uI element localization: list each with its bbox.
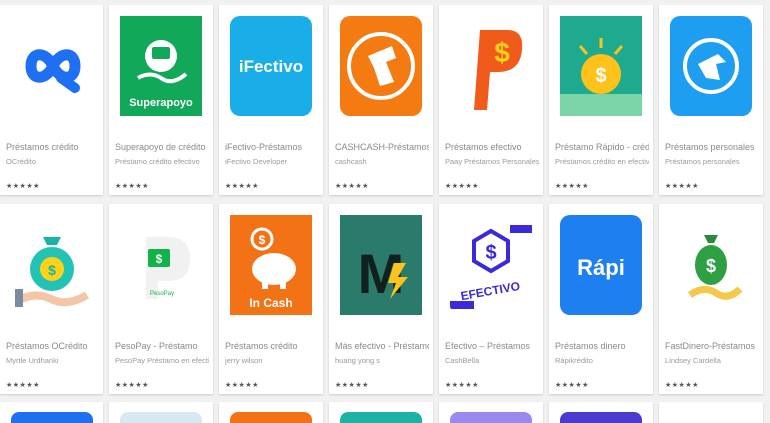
- ifectivo-logo-text: iFectivo: [239, 57, 303, 76]
- app-title: Préstamos crédito: [6, 142, 79, 152]
- app-developer: Paay Préstamos Personales: [445, 157, 539, 166]
- app-title: Más efectivo - Préstamos: [335, 341, 429, 351]
- ocredito-logo-icon: [11, 16, 93, 116]
- ifectivo-logo-icon: iFectivo: [230, 16, 312, 116]
- mas-efectivo-logo-icon: M: [340, 215, 422, 315]
- pesopay-logo-text: PesoPay: [150, 291, 174, 297]
- svg-text:$: $: [595, 65, 606, 87]
- efectivo-logo-icon: $ EFECTIVO: [450, 215, 532, 315]
- app-developer: jerry wilson: [225, 356, 263, 365]
- app-rating: ★★★★★: [115, 382, 149, 389]
- app-icon-partial: [230, 412, 312, 423]
- money-bag-icon: $: [11, 215, 93, 315]
- piggy-bank-icon: $ In Cash: [230, 215, 312, 315]
- app-card-ifectivo[interactable]: iFectivo iFectivo-Préstamos iFectivo Dev…: [219, 5, 323, 195]
- app-developer: iFectivo Developer: [225, 157, 288, 166]
- app-card-rapi[interactable]: Rápi Préstamos dinero Rápikrédito ★★★★★: [549, 204, 653, 394]
- app-card-partial[interactable]: [109, 402, 213, 423]
- app-title: Superapoyo de crédito: [115, 142, 206, 152]
- app-rating: ★★★★★: [225, 382, 259, 389]
- app-rating: ★★★★★: [665, 183, 699, 190]
- rapi-logo-text: Rápi: [577, 255, 625, 280]
- app-developer: OCrédito: [6, 157, 37, 166]
- app-icon-partial: [560, 412, 642, 423]
- app-icon-partial: [340, 412, 422, 423]
- app-developer: Préstamos personales: [665, 157, 740, 166]
- svg-text:$: $: [156, 252, 163, 266]
- svg-text:$: $: [485, 242, 496, 264]
- app-developer: Myrtle Urdhanki: [6, 356, 59, 365]
- app-card-personales[interactable]: Préstamos personales Préstamos personale…: [659, 5, 763, 195]
- app-title: iFectivo-Préstamos: [225, 142, 303, 152]
- sun-coin-logo-icon: $: [560, 16, 642, 116]
- svg-text:$: $: [494, 37, 510, 68]
- app-developer: Rápikrédito: [555, 356, 593, 365]
- svg-text:$: $: [48, 262, 56, 278]
- app-rating: ★★★★★: [6, 382, 40, 389]
- eagle-logo-icon: [670, 16, 752, 116]
- app-title: Préstamos OCrédito: [6, 341, 88, 351]
- app-title: Préstamos crédito: [225, 341, 298, 351]
- app-rating: ★★★★★: [445, 183, 479, 190]
- app-rating: ★★★★★: [225, 183, 259, 190]
- app-icon-partial: [11, 412, 93, 423]
- svg-text:$: $: [706, 256, 716, 276]
- app-rating: ★★★★★: [555, 382, 589, 389]
- app-developer: Lindsey Cardella: [665, 356, 721, 365]
- app-developer: PesoPay Préstamo en efectivo: [115, 356, 209, 365]
- app-rating: ★★★★★: [335, 382, 369, 389]
- app-card-fastdinero[interactable]: $ FastDinero-Préstamos Lindsey Cardella …: [659, 204, 763, 394]
- app-icon-partial: [450, 412, 532, 423]
- app-developer: CashBella: [445, 356, 480, 365]
- app-rating: ★★★★★: [555, 183, 589, 190]
- app-card-partial[interactable]: [219, 402, 323, 423]
- app-rating: ★★★★★: [335, 183, 369, 190]
- paay-logo-icon: $: [450, 16, 532, 116]
- app-title: PesoPay - Préstamo: [115, 341, 198, 351]
- app-developer: Préstamo crédito efectivo: [115, 157, 200, 166]
- app-rating: ★★★★★: [445, 382, 479, 389]
- app-title: Efectivo – Préstamos: [445, 341, 531, 351]
- app-card-pesopay[interactable]: $ PesoPay PesoPay - Préstamo PesoPay Pré…: [109, 204, 213, 394]
- app-icon-partial: [670, 412, 752, 423]
- app-title: Préstamos dinero: [555, 341, 626, 351]
- app-card-cashcash[interactable]: CASHCASH-Préstamos cashcash ★★★★★: [329, 5, 433, 195]
- incash-logo-text: In Cash: [249, 296, 292, 310]
- rapi-logo-icon: Rápi: [560, 215, 642, 315]
- superapoyo-logo-text: Superapoyo: [129, 97, 193, 109]
- app-card-superapoyo[interactable]: Superapoyo Superapoyo de crédito Préstam…: [109, 5, 213, 195]
- app-title: FastDinero-Préstamos: [665, 341, 756, 351]
- app-rating: ★★★★★: [6, 183, 40, 190]
- app-card-partial[interactable]: [0, 402, 103, 423]
- app-card-efectivo[interactable]: $ EFECTIVO Efectivo – Préstamos CashBell…: [439, 204, 543, 394]
- app-card-ocredito[interactable]: Préstamos crédito OCrédito ★★★★★: [0, 5, 103, 195]
- app-rating: ★★★★★: [665, 382, 699, 389]
- superapoyo-logo-icon: Superapoyo: [120, 16, 202, 116]
- pesopay-logo-icon: $ PesoPay: [120, 215, 202, 315]
- app-card-ocredito-money[interactable]: $ Préstamos OCrédito Myrtle Urdhanki ★★★…: [0, 204, 103, 394]
- app-card-partial[interactable]: [659, 402, 763, 423]
- svg-text:$: $: [259, 233, 266, 247]
- efectivo-logo-text: EFECTIVO: [460, 279, 522, 303]
- app-developer: cashcash: [335, 157, 367, 166]
- app-title: Préstamo Rápido - crédito: [555, 142, 649, 152]
- app-card-partial[interactable]: [329, 402, 433, 423]
- app-card-rapido[interactable]: $ Préstamo Rápido - crédito Préstamos cr…: [549, 5, 653, 195]
- eagle-logo-icon: [340, 16, 422, 116]
- money-bag-icon: $: [670, 215, 752, 315]
- app-card-partial[interactable]: [439, 402, 543, 423]
- app-grid: Préstamos crédito OCrédito ★★★★★ Superap…: [0, 0, 770, 423]
- app-card-incash[interactable]: $ In Cash Préstamos crédito jerry wilson…: [219, 204, 323, 394]
- app-title: Préstamos efectivo: [445, 142, 522, 152]
- app-title: Préstamos personales: [665, 142, 755, 152]
- app-icon-partial: [120, 412, 202, 423]
- app-developer: Préstamos crédito en efectivo: [555, 157, 649, 166]
- app-rating: ★★★★★: [115, 183, 149, 190]
- app-card-partial[interactable]: [549, 402, 653, 423]
- app-card-mas-efectivo[interactable]: M Más efectivo - Préstamos huang yong s …: [329, 204, 433, 394]
- app-title: CASHCASH-Préstamos: [335, 142, 429, 152]
- app-card-paay[interactable]: $ Préstamos efectivo Paay Préstamos Pers…: [439, 5, 543, 195]
- app-developer: huang yong s: [335, 356, 381, 365]
